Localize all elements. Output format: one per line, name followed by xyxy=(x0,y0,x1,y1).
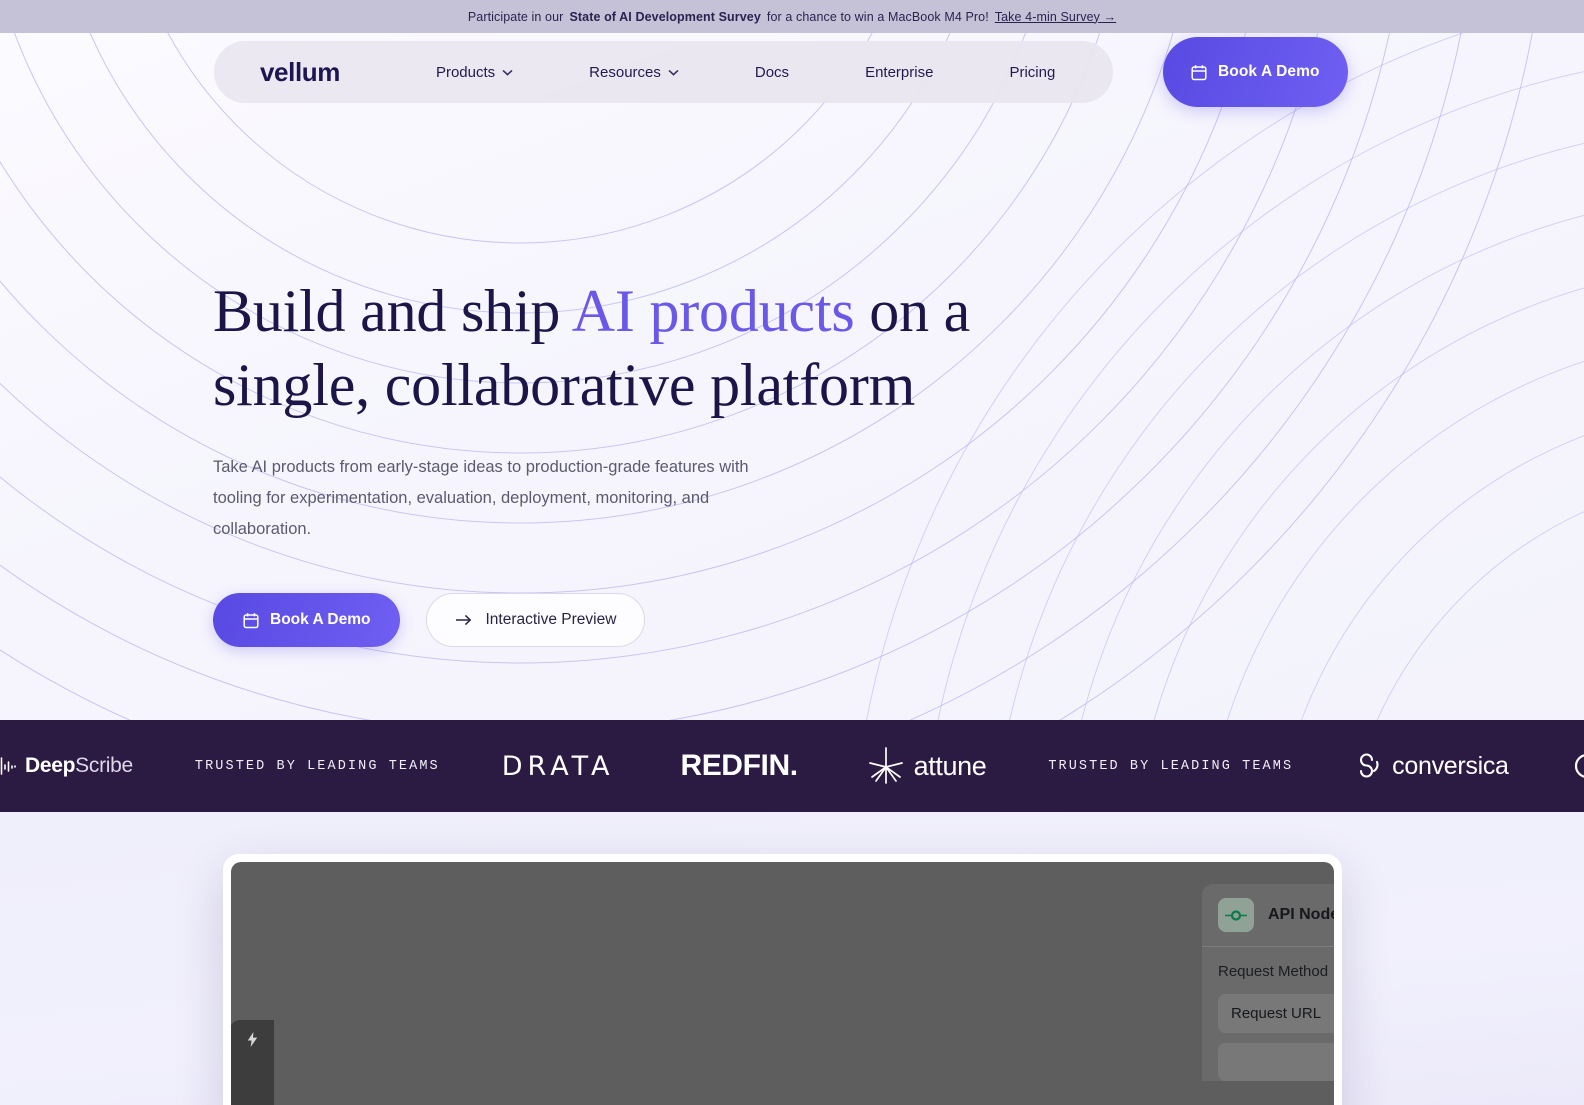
partial-logo-icon xyxy=(1574,754,1584,778)
logo-attune-text: attune xyxy=(913,750,987,781)
nav-item-label: Enterprise xyxy=(865,63,934,81)
logo-deepscribe: DeepScribe xyxy=(0,754,133,778)
announcement-suffix: for a chance to win a MacBook M4 Pro! xyxy=(766,9,989,24)
starburst-icon xyxy=(868,747,903,784)
trusted-label: TRUSTED BY LEADING TEAMS xyxy=(194,758,440,774)
hero-copy: Build and ship AI products on a single, … xyxy=(213,274,973,647)
node-connector-icon xyxy=(1225,909,1247,921)
announcement-bar: Participate in our State of AI Developme… xyxy=(0,0,1584,33)
logo-attune: attune xyxy=(868,747,987,785)
headline-space xyxy=(635,278,650,344)
hero-subheading: Take AI products from early-stage ideas … xyxy=(213,458,749,538)
announcement-highlight: State of AI Development Survey xyxy=(569,9,761,24)
logo-conversica: conversica xyxy=(1355,752,1509,781)
hero-cta-row: Book A Demo Interactive Preview xyxy=(213,593,973,647)
calendar-icon xyxy=(243,612,259,628)
lightning-bolt-badge[interactable] xyxy=(231,1020,274,1105)
logo-deepscribe-bold: Deep xyxy=(25,754,76,777)
product-screen[interactable]: API Node Request Method Request URL xyxy=(231,862,1334,1105)
hero-book-a-demo-label: Book A Demo xyxy=(270,611,371,628)
nav-item-resources[interactable]: Resources xyxy=(551,64,717,81)
headline-accent-ai: AI xyxy=(571,278,635,344)
api-node-panel[interactable]: API Node Request Method Request URL xyxy=(1202,884,1334,1081)
lightning-bolt-icon xyxy=(247,1032,257,1047)
announcement-prefix: Participate in our xyxy=(467,9,564,24)
interactive-preview-label: Interactive Preview xyxy=(485,611,617,628)
headline-accent-products: products xyxy=(649,278,855,344)
logo-partial-next xyxy=(1573,753,1584,779)
nav-book-a-demo-label: Book A Demo xyxy=(1218,63,1320,80)
page-root: Participate in our State of AI Developme… xyxy=(0,0,1584,1105)
logo-marquee-track: DeepScribe TRUSTED BY LEADING TEAMS DRAT… xyxy=(0,747,1584,785)
nav-links: Products Resources Docs Enterprise Prici… xyxy=(398,64,1093,81)
api-node-title: API Node xyxy=(1268,906,1334,923)
request-method-label: Request Method xyxy=(1218,963,1329,980)
nav-pill: vellum Products Resources Docs Enterpris… xyxy=(214,41,1113,103)
calendar-icon xyxy=(1191,64,1207,80)
hero-section: vellum Products Resources Docs Enterpris… xyxy=(0,33,1584,720)
trusted-logo-band: DeepScribe TRUSTED BY LEADING TEAMS DRAT… xyxy=(0,720,1584,812)
nav-item-products[interactable]: Products xyxy=(398,64,551,81)
nav-item-docs[interactable]: Docs xyxy=(717,64,827,81)
logo-deepscribe-light: Scribe xyxy=(75,754,133,777)
request-url-field[interactable]: Request URL xyxy=(1218,994,1334,1033)
arrow-right-icon xyxy=(456,614,472,626)
page-title: Build and ship AI products on a single, … xyxy=(213,274,973,422)
api-node-icon xyxy=(1218,898,1254,932)
nav-item-label: Resources xyxy=(589,63,661,81)
interactive-preview-button[interactable]: Interactive Preview xyxy=(426,593,646,647)
nav-item-label: Docs xyxy=(754,63,790,81)
nav-book-a-demo-button[interactable]: Book A Demo xyxy=(1163,37,1348,107)
trusted-label: TRUSTED BY LEADING TEAMS xyxy=(1048,758,1294,774)
nav-item-enterprise[interactable]: Enterprise xyxy=(827,64,971,81)
waveform-icon xyxy=(0,757,16,775)
nav-item-pricing[interactable]: Pricing xyxy=(971,64,1093,81)
chevron-down-icon xyxy=(502,69,513,76)
api-node-header: API Node xyxy=(1202,884,1334,947)
survey-link[interactable]: Take 4-min Survey → xyxy=(995,10,1116,24)
vellum-logo[interactable]: vellum xyxy=(260,57,340,88)
nav-item-label: Pricing xyxy=(1009,63,1056,81)
api-extra-field[interactable] xyxy=(1218,1043,1334,1081)
logo-drata: DRATA xyxy=(501,750,615,782)
chevron-down-icon xyxy=(668,69,679,76)
logo-conversica-text: conversica xyxy=(1392,751,1509,780)
nav-item-label: Products xyxy=(435,63,496,81)
product-device-frame: API Node Request Method Request URL xyxy=(223,854,1342,1105)
hero-book-a-demo-button[interactable]: Book A Demo xyxy=(213,593,401,647)
logo-redfin: REDFIN. xyxy=(680,749,798,782)
product-preview-section: API Node Request Method Request URL xyxy=(0,812,1584,1105)
headline-part-1: Build and ship xyxy=(213,278,572,344)
spiral-icon xyxy=(1360,753,1379,778)
